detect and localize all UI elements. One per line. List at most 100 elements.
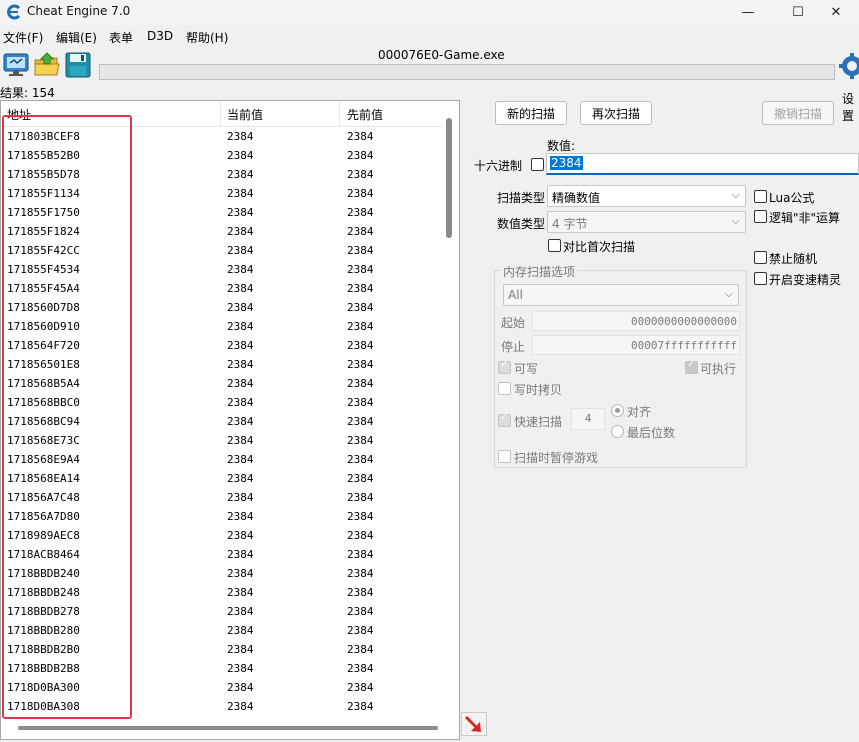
current-value-cell: 2384 xyxy=(227,662,254,675)
previous-value-cell: 2384 xyxy=(347,320,374,333)
current-value-cell: 2384 xyxy=(227,491,254,504)
next-scan-button[interactable]: 再次扫描 xyxy=(580,101,652,125)
current-value-cell: 2384 xyxy=(227,206,254,219)
speedhack-label: 开启变速精灵 xyxy=(769,273,842,287)
current-value-cell: 2384 xyxy=(227,453,254,466)
hex-label: 十六进制 xyxy=(474,159,523,173)
current-value-cell: 2384 xyxy=(227,586,254,599)
current-value-cell: 2384 xyxy=(227,339,254,352)
current-value-cell: 2384 xyxy=(227,263,254,276)
current-value-cell: 2384 xyxy=(227,187,254,200)
column-divider[interactable] xyxy=(220,101,221,127)
current-value-cell: 2384 xyxy=(227,396,254,409)
previous-value-cell: 2384 xyxy=(347,187,374,200)
lua-formula-checkbox[interactable] xyxy=(754,190,767,203)
current-value-cell: 2384 xyxy=(227,301,254,314)
previous-value-cell: 2384 xyxy=(347,700,374,713)
value-type-select[interactable]: 4 字节 ⌵ xyxy=(547,211,746,233)
settings-label[interactable]: 设置 xyxy=(842,90,859,124)
not-operator-checkbox[interactable] xyxy=(754,210,767,223)
menu-help[interactable]: 帮助(H) xyxy=(186,29,228,46)
writable-checkbox[interactable] xyxy=(498,359,511,374)
column-divider[interactable] xyxy=(339,101,340,127)
stop-address-input[interactable]: 00007fffffffffff xyxy=(532,335,740,355)
value-input[interactable]: 2384 xyxy=(546,153,859,175)
results-horizontal-scrollbar[interactable] xyxy=(18,726,438,730)
hex-checkbox[interactable] xyxy=(531,158,544,171)
menu-table[interactable]: 表单 xyxy=(109,29,133,46)
chevron-down-icon: ⌵ xyxy=(731,214,740,227)
current-value-cell: 2384 xyxy=(227,225,254,238)
current-value-cell: 2384 xyxy=(227,529,254,542)
previous-value-cell: 2384 xyxy=(347,415,374,428)
close-button[interactable]: ✕ xyxy=(813,0,859,25)
previous-value-cell: 2384 xyxy=(347,168,374,181)
results-vertical-scrollbar[interactable] xyxy=(446,118,452,238)
current-value-cell: 2384 xyxy=(227,434,254,447)
add-to-list-arrow-icon[interactable] xyxy=(461,712,487,736)
last-digits-label: 最后位数 xyxy=(627,426,676,440)
chevron-down-icon: ⌵ xyxy=(731,188,740,201)
align-radio[interactable] xyxy=(611,404,624,417)
not-operator-label: 逻辑"非"运算 xyxy=(769,211,841,225)
column-current-value[interactable]: 当前值 xyxy=(227,106,263,123)
copy-on-write-checkbox[interactable] xyxy=(498,382,511,395)
column-previous-value[interactable]: 先前值 xyxy=(347,106,383,123)
start-address-input[interactable]: 0000000000000000 xyxy=(532,311,740,331)
align-label: 对齐 xyxy=(627,405,652,419)
stop-address-label: 停止 xyxy=(501,340,526,354)
start-address-label: 起始 xyxy=(501,316,526,330)
pause-game-checkbox[interactable] xyxy=(498,450,511,463)
value-type-label: 数值类型 xyxy=(497,217,546,231)
scan-type-label: 扫描类型 xyxy=(497,191,546,205)
scan-type-select[interactable]: 精确数值 ⌵ xyxy=(547,185,746,207)
previous-value-cell: 2384 xyxy=(347,586,374,599)
previous-value-cell: 2384 xyxy=(347,225,374,238)
open-file-button[interactable] xyxy=(33,51,61,79)
pause-game-label: 扫描时暂停游戏 xyxy=(514,451,599,465)
no-random-checkbox[interactable] xyxy=(754,251,767,264)
previous-value-cell: 2384 xyxy=(347,263,374,276)
executable-checkbox[interactable] xyxy=(685,359,698,374)
current-value-cell: 2384 xyxy=(227,700,254,713)
open-process-button[interactable] xyxy=(2,51,30,79)
current-value-cell: 2384 xyxy=(227,567,254,580)
previous-value-cell: 2384 xyxy=(347,377,374,390)
compare-first-label: 对比首次扫描 xyxy=(563,240,636,254)
value-label: 数值: xyxy=(547,139,576,153)
save-file-button[interactable] xyxy=(64,51,92,79)
window-title: Cheat Engine 7.0 xyxy=(27,4,131,18)
menu-edit[interactable]: 编辑(E) xyxy=(56,29,97,46)
memory-options-title: 内存扫描选项 xyxy=(501,263,578,280)
fast-scan-checkbox[interactable] xyxy=(498,412,511,427)
previous-value-cell: 2384 xyxy=(347,130,374,143)
current-value-cell: 2384 xyxy=(227,605,254,618)
previous-value-cell: 2384 xyxy=(347,472,374,485)
last-digits-radio[interactable] xyxy=(611,425,624,438)
previous-value-cell: 2384 xyxy=(347,282,374,295)
previous-value-cell: 2384 xyxy=(347,605,374,618)
writable-label: 可写 xyxy=(514,362,539,376)
menu-file[interactable]: 文件(F) xyxy=(3,29,43,46)
previous-value-cell: 2384 xyxy=(347,529,374,542)
speedhack-checkbox[interactable] xyxy=(754,272,767,285)
address-column-highlight xyxy=(2,115,132,719)
previous-value-cell: 2384 xyxy=(347,244,374,257)
previous-value-cell: 2384 xyxy=(347,339,374,352)
fast-scan-alignment-input[interactable]: 4 xyxy=(571,408,605,430)
new-scan-button[interactable]: 新的扫描 xyxy=(495,101,567,125)
memory-region-select[interactable]: All ⌵ xyxy=(503,284,739,306)
compare-first-checkbox[interactable] xyxy=(548,239,561,252)
previous-value-cell: 2384 xyxy=(347,662,374,675)
current-value-cell: 2384 xyxy=(227,548,254,561)
previous-value-cell: 2384 xyxy=(347,624,374,637)
process-title: 000076E0-Game.exe xyxy=(378,48,505,62)
undo-scan-button[interactable]: 撤销扫描 xyxy=(762,101,834,125)
settings-gear-icon[interactable] xyxy=(838,48,859,88)
menu-d3d[interactable]: D3D xyxy=(147,29,173,43)
minimize-button[interactable]: — xyxy=(725,0,771,25)
previous-value-cell: 2384 xyxy=(347,396,374,409)
previous-value-cell: 2384 xyxy=(347,206,374,219)
memory-region-value: All xyxy=(508,288,523,302)
chevron-down-icon: ⌵ xyxy=(724,287,733,300)
